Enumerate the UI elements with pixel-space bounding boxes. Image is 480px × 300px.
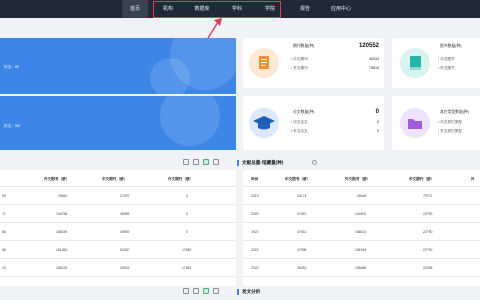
table-cell: 2022 <box>251 248 259 252</box>
card-row-label: • 中文图书 <box>438 57 455 61</box>
table-cell: 2020 <box>251 212 259 216</box>
table-cell: 0 <box>186 212 188 216</box>
banner-upper: 外文：99 <box>0 38 236 94</box>
table-cell: 54320 <box>120 248 130 252</box>
journal-count-card: 期刊数量(种) 120552 • 中文期刊 40933 • 外文期刊 79619 <box>243 38 384 88</box>
book-icon <box>249 48 279 78</box>
card-total: 120552 <box>358 43 379 49</box>
folder-icon <box>400 108 430 138</box>
table-header: 中文期刊（册） <box>102 177 128 181</box>
export-icon[interactable] <box>193 288 199 294</box>
card-row-value: 40933 <box>369 57 379 61</box>
other-count-card: 其它类型数量(种) • 中文其它类型 • 外文其它类型 <box>392 96 480 150</box>
table-cell: 71 <box>2 212 6 216</box>
table-cell: 49648 <box>357 194 367 198</box>
card-row-value: 79619 <box>369 66 379 70</box>
table-cell: 144758 <box>56 212 68 216</box>
table-cell: 86 <box>2 230 6 234</box>
table-cell: 181360 <box>56 248 68 252</box>
card-title: 期刊数量(种) <box>293 44 315 48</box>
table-cell: 27870 <box>120 194 130 198</box>
section-marker <box>237 160 239 166</box>
table-cell: 58 <box>2 248 6 252</box>
table-view-icon[interactable] <box>183 288 189 294</box>
nav-highlight-box <box>153 1 281 18</box>
table-cell: 37061 <box>297 230 307 234</box>
table-cell: 181516 <box>355 248 367 252</box>
table-header: 外文期刊（册） <box>168 177 194 181</box>
table-cell: 17681 <box>182 266 192 270</box>
table-cell: 22790 <box>423 212 433 216</box>
table-cell: 49661 <box>58 194 68 198</box>
table-cell: 45959 <box>120 230 130 234</box>
card-row-value: 0 <box>377 120 379 124</box>
table-cell: 34174 <box>297 194 307 198</box>
grid-view-icon[interactable] <box>203 159 209 165</box>
thesis-count-card: 论文数量(种) 0 • 中文论文 0 • 外文论文 0 <box>243 96 384 150</box>
book-count-card: 图书数量(种) • 中文图书 • 外文图书 <box>392 38 480 88</box>
table-cell: 22496 <box>423 266 433 270</box>
table-header: 外 <box>471 177 475 181</box>
table-cell: 0 <box>186 194 188 198</box>
table-header: 中文期刊（册） <box>409 177 435 181</box>
graduation-cap-icon <box>249 108 279 138</box>
table-cell: 79727 <box>423 194 433 198</box>
table-cell: 2019 <box>251 194 259 198</box>
table-cell: 17680 <box>182 248 192 252</box>
card-row-label: • 中文其它类型 <box>438 120 462 124</box>
table-header: 外文图书（册） <box>44 177 70 181</box>
table-view-icon[interactable] <box>183 159 189 165</box>
card-row-label: • 外文其它类型 <box>438 129 462 133</box>
card-row-label: • 外文期刊 <box>291 66 308 70</box>
nav-home[interactable]: 首页 <box>122 0 148 18</box>
table-cell: 189129 <box>56 266 68 270</box>
table-cell: 2021 <box>251 230 259 234</box>
card-total: 0 <box>375 109 379 115</box>
table-cell: 37998 <box>297 248 307 252</box>
section-title-publications: 发文分析 <box>242 289 261 294</box>
banner-lower-text: 外文：387 <box>4 124 21 128</box>
bar-chart-icon[interactable] <box>213 159 219 165</box>
left-data-table: 外文图书（册） 中文期刊（册） 外文期刊（册） 53 49661 27870 0… <box>0 170 236 286</box>
card-row-label: • 中文期刊 <box>291 57 308 61</box>
card-title: 其它类型数量(种) <box>440 110 470 114</box>
table-cell: 0 <box>186 230 188 234</box>
book-closed-icon <box>400 48 430 78</box>
table-cell: 168239 <box>56 230 68 234</box>
card-title: 论文数量(种) <box>293 110 315 114</box>
card-row-value: 0 <box>377 129 379 133</box>
table-header: 中文图书（册） <box>285 177 311 181</box>
section-title-holdings: 文献总量-馆藏量(种) <box>242 160 284 165</box>
section-marker <box>237 289 239 295</box>
table-cell: 37467 <box>297 212 307 216</box>
bar-chart-icon[interactable] <box>213 288 219 294</box>
banner-lower: 外文：387 <box>0 96 236 150</box>
table-cell: 144402 <box>355 212 367 216</box>
card-row-label: • 中文论文 <box>291 120 308 124</box>
grid-view-icon[interactable] <box>203 288 209 294</box>
table-cell: 22790 <box>423 230 433 234</box>
table-cell: 22790 <box>423 248 433 252</box>
table-header: 外文图书（册） <box>345 177 371 181</box>
export-icon[interactable] <box>193 159 199 165</box>
nav-app-center[interactable]: 应用中心 <box>326 0 356 18</box>
help-icon[interactable] <box>312 160 317 165</box>
table-cell: 53 <box>2 194 6 198</box>
table-cell: 40933 <box>120 266 130 270</box>
nav-report[interactable]: 报告 <box>295 0 315 18</box>
table-cell: 45959 <box>120 212 130 216</box>
table-header: 年份 <box>251 177 259 181</box>
table-cell: 2023 <box>251 266 259 270</box>
card-title: 图书数量(种) <box>440 44 462 48</box>
table-cell: 35451 <box>297 266 307 270</box>
card-row-label: • 外文论文 <box>291 129 308 133</box>
right-data-table: 年份 中文图书（册） 外文图书（册） 中文期刊（册） 外 2019 34174 … <box>243 170 480 286</box>
table-cell: 185486 <box>355 266 367 270</box>
table-cell: 19 <box>2 266 6 270</box>
banner-upper-text: 外文：99 <box>4 65 19 69</box>
card-row-label: • 外文图书 <box>438 66 455 70</box>
table-cell: 168021 <box>355 230 367 234</box>
